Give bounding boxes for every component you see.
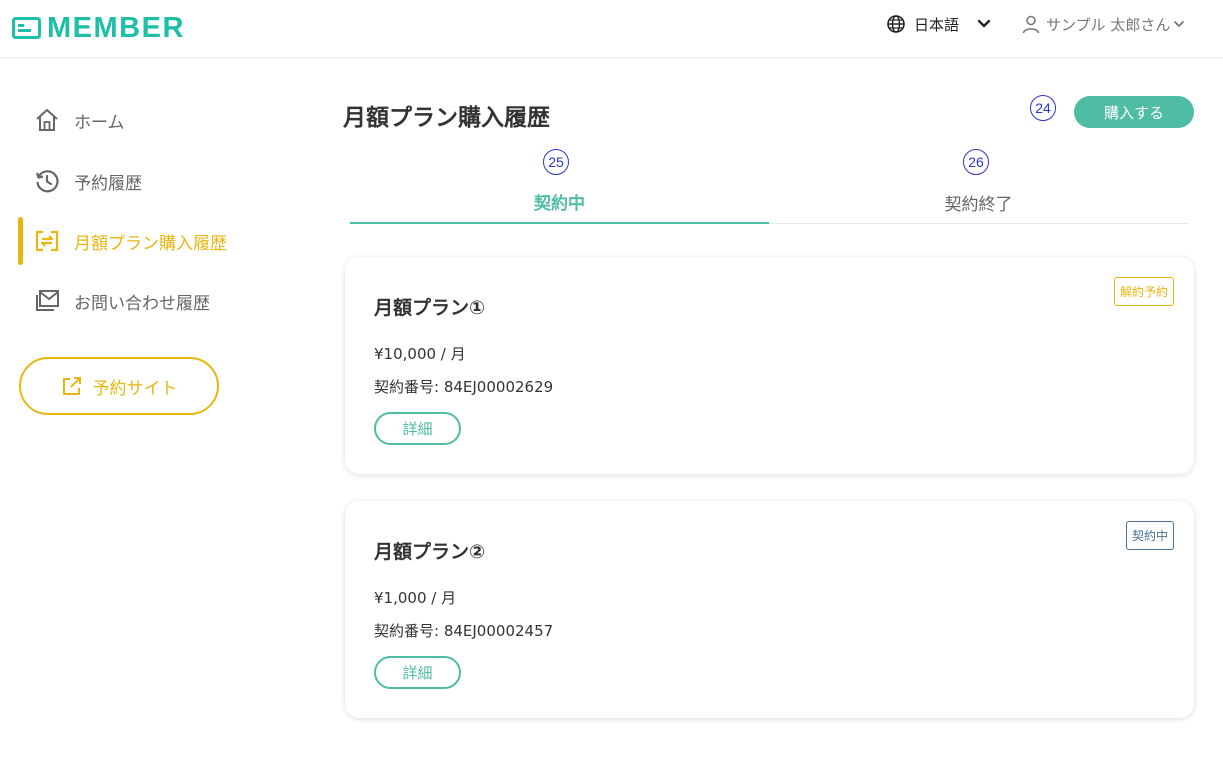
plan-card: 月額プラン① ¥10,000 / 月 契約番号: 84EJ00002629 詳細… <box>345 257 1194 474</box>
detail-button[interactable]: 詳細 <box>374 656 461 689</box>
tab-ended-contracts[interactable]: 契約終了 <box>769 180 1188 224</box>
plan-price: ¥10,000 / 月 <box>374 345 466 363</box>
sidebar-item-monthly-plan-history[interactable]: 月額プラン購入履歴 <box>20 217 300 265</box>
logo[interactable]: MEMBER <box>12 13 185 43</box>
globe-icon <box>887 15 905 33</box>
chevron-down-icon <box>1174 21 1185 27</box>
user-icon <box>1022 15 1040 34</box>
mail-icon <box>36 290 59 311</box>
user-menu[interactable]: サンプル 太郎さん <box>1021 12 1185 36</box>
purchase-button[interactable]: 購入する <box>1074 96 1194 128</box>
plan-card: 月額プラン② ¥1,000 / 月 契約番号: 84EJ00002457 詳細 … <box>345 501 1194 718</box>
sidebar-item-label: 予約履歴 <box>74 173 142 194</box>
reservation-site-label: 予約サイト <box>92 378 178 399</box>
contract-tabs: 契約中 契約終了 <box>350 180 1188 224</box>
tab-active-contracts[interactable]: 契約中 <box>350 180 769 224</box>
reservation-site-button[interactable]: 予約サイト <box>19 357 219 415</box>
home-icon <box>36 109 58 131</box>
logo-text: MEMBER <box>47 12 185 44</box>
user-name: サンプル 太郎さん <box>1046 15 1171 34</box>
status-badge: 契約中 <box>1125 521 1174 550</box>
sidebar-item-home[interactable]: ホーム <box>20 96 300 144</box>
plan-price: ¥1,000 / 月 <box>374 589 457 607</box>
plan-name: 月額プラン① <box>374 297 486 319</box>
external-link-icon <box>62 377 81 395</box>
annotation-marker-buy: 24 <box>1030 95 1056 121</box>
chevron-down-icon <box>977 19 991 28</box>
sidebar-item-label: 月額プラン購入履歴 <box>74 233 227 254</box>
detail-button[interactable]: 詳細 <box>374 412 461 445</box>
repeat-icon <box>35 230 59 252</box>
status-badge: 解約予約 <box>1113 277 1174 306</box>
sidebar-item-label: ホーム <box>74 112 125 133</box>
top-header: MEMBER 日本語 サンプル 太郎さん <box>0 0 1223 58</box>
contract-number: 契約番号: 84EJ00002629 <box>374 378 554 396</box>
sidebar-item-reservation-history[interactable]: 予約履歴 <box>20 157 300 205</box>
member-card-icon <box>12 17 41 39</box>
page-title: 月額プラン購入履歴 <box>343 105 550 131</box>
language-selector[interactable]: 日本語 <box>886 12 991 36</box>
annotation-marker-tab-ended: 26 <box>963 149 989 175</box>
contract-number: 契約番号: 84EJ00002457 <box>374 622 554 640</box>
history-icon <box>35 170 59 193</box>
sidebar-item-inquiry-history[interactable]: お問い合わせ履歴 <box>20 277 300 325</box>
sidebar-item-label: お問い合わせ履歴 <box>74 293 210 314</box>
language-label: 日本語 <box>914 15 960 34</box>
annotation-marker-tab-active: 25 <box>543 149 569 175</box>
plan-name: 月額プラン② <box>374 541 486 563</box>
